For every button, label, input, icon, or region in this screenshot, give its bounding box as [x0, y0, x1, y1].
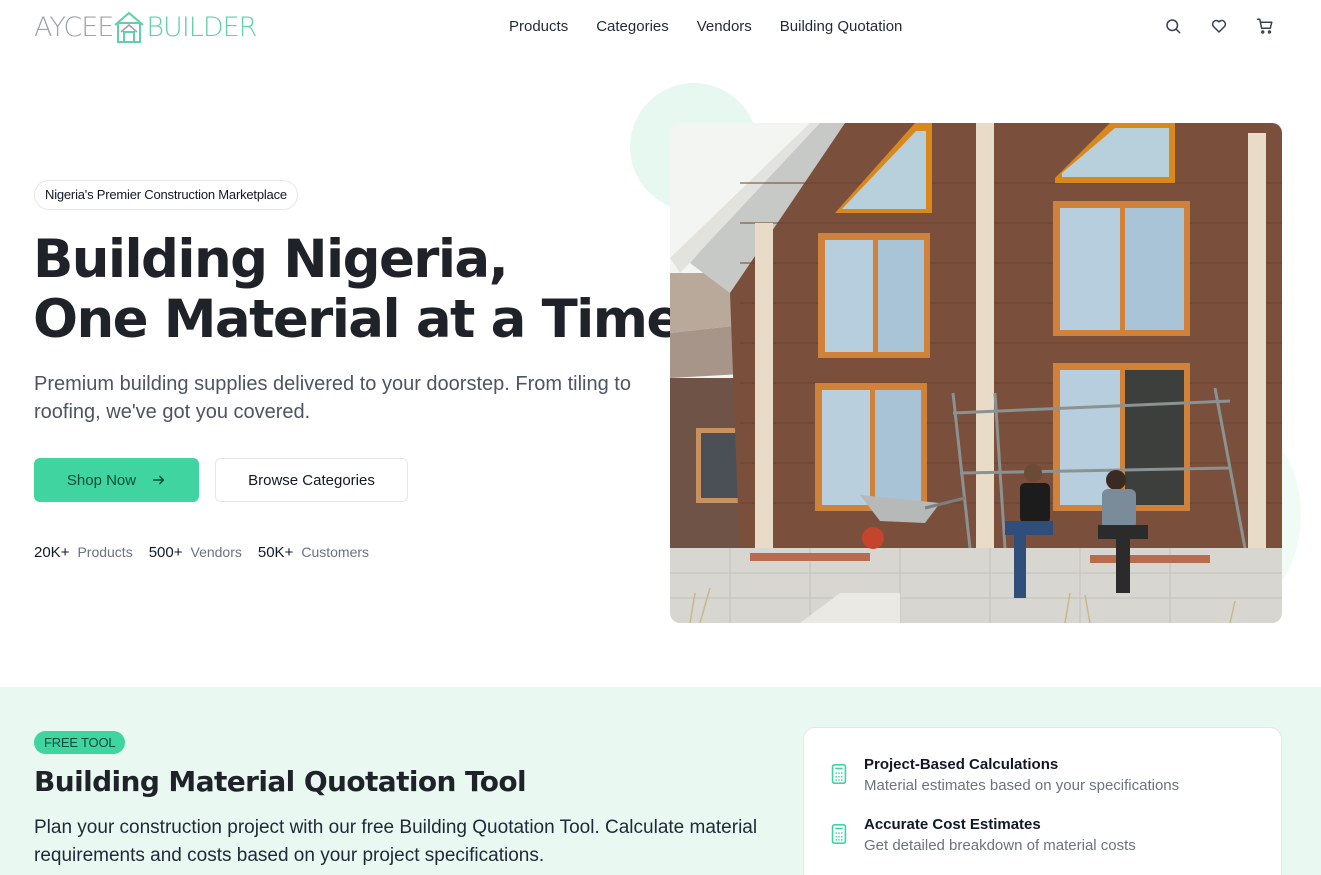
feature-text: Accurate Cost Estimates Get detailed bre…: [864, 815, 1136, 857]
navbar: AYCEE BUILDER Products Categories Vendor…: [0, 0, 1321, 56]
heart-icon[interactable]: [1210, 17, 1228, 35]
hero-image: [670, 123, 1282, 623]
calculator-icon: [831, 824, 847, 844]
calculator-icon: [831, 764, 847, 784]
features-card: Project-Based Calculations Material esti…: [803, 727, 1282, 875]
nav-link-vendors[interactable]: Vendors: [697, 17, 752, 37]
logo-text-part2: BUILDER: [146, 12, 257, 43]
stat-vendors: 500+ Vendors: [149, 544, 242, 561]
hero-badge: Nigeria's Premier Construction Marketpla…: [34, 180, 298, 210]
hero-title-line1: Building Nigeria,: [33, 229, 509, 290]
stat-label: Products: [77, 544, 133, 560]
hero-title: Building Nigeria, One Material at a Time: [33, 229, 682, 350]
logo-text-part1: AYCEE: [34, 12, 114, 43]
stat-label: Customers: [301, 544, 370, 560]
feature-title: Accurate Cost Estimates: [864, 816, 1041, 833]
hero-title-line2: One Material at a Time: [33, 289, 682, 350]
browse-categories-button[interactable]: Browse Categories: [215, 458, 408, 502]
nav-link-building-quotation[interactable]: Building Quotation: [780, 17, 903, 37]
quotation-title: Building Material Quotation Tool: [34, 765, 527, 798]
quotation-description: Plan your construction project with our …: [34, 817, 758, 866]
main-nav: Products Categories Vendors Building Quo…: [509, 17, 902, 37]
nav-link-categories[interactable]: Categories: [596, 17, 669, 37]
feature-title: Project-Based Calculations: [864, 756, 1059, 773]
stat-products: 20K+ Products: [34, 544, 133, 561]
free-tool-badge: FREE TOOL: [34, 731, 126, 754]
house-photo: [670, 123, 1282, 623]
shop-now-button[interactable]: Shop Now: [34, 458, 199, 502]
feature-item: Project-Based Calculations Material esti…: [828, 755, 1179, 797]
search-icon[interactable]: [1164, 17, 1182, 35]
house-logo-icon: [114, 11, 145, 43]
feature-description: Get detailed breakdown of material costs: [864, 837, 1136, 854]
feature-text: Project-Based Calculations Material esti…: [864, 755, 1179, 797]
arrow-right-icon: [153, 475, 165, 485]
stat-value: 50K+: [257, 544, 294, 561]
stat-customers: 50K+ Customers: [258, 544, 369, 561]
hero-subtitle: Premium building supplies delivered to y…: [34, 373, 631, 423]
logo[interactable]: AYCEE BUILDER: [34, 10, 262, 46]
hero-stats: 20K+ Products 500+ Vendors 50K+ Customer…: [34, 544, 369, 561]
nav-link-products[interactable]: Products: [509, 17, 568, 37]
nav-icons: [1164, 17, 1274, 35]
feature-item: Accurate Cost Estimates Get detailed bre…: [828, 815, 1136, 857]
stat-value: 500+: [148, 544, 183, 561]
stat-label: Vendors: [190, 544, 242, 560]
cart-icon[interactable]: [1256, 17, 1274, 35]
stat-value: 20K+: [34, 544, 70, 561]
shop-now-label: Shop Now: [66, 471, 137, 489]
feature-description: Material estimates based on your specifi…: [864, 777, 1180, 794]
